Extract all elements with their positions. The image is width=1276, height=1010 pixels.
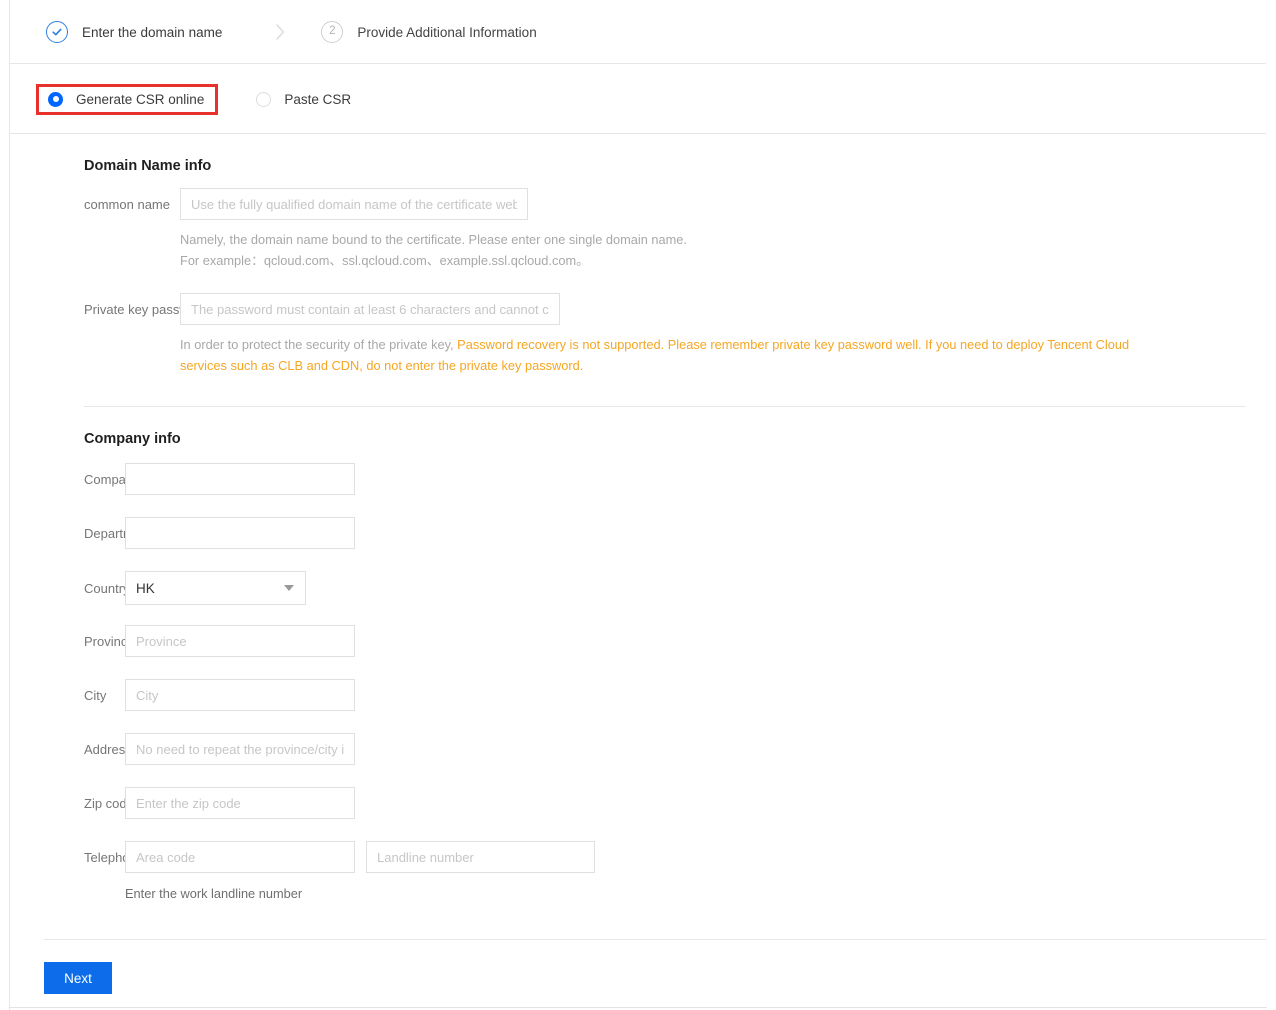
city-label: City	[84, 688, 107, 703]
footer-divider	[44, 939, 1266, 940]
zip-code-label: Zip code	[84, 796, 134, 811]
field-department: Department	[10, 517, 1266, 549]
telephone-input-gap	[355, 841, 366, 873]
telephone-area-code-input[interactable]	[125, 841, 355, 873]
step-2-circle: 2	[321, 21, 344, 43]
company-info-title: Company info	[84, 431, 181, 447]
page-bottom-border	[9, 1007, 1267, 1008]
field-country-region: Country/region HK	[10, 571, 1266, 605]
country-region-select[interactable]: HK	[125, 571, 306, 605]
radio-selected-icon	[48, 91, 63, 107]
field-province: Province	[10, 625, 1266, 657]
private-key-password-input[interactable]	[180, 293, 560, 325]
department-input[interactable]	[125, 517, 355, 549]
step-enter-domain-name[interactable]: Enter the domain name	[46, 21, 222, 43]
step-separator	[274, 22, 287, 42]
country-region-value: HK	[136, 580, 155, 596]
check-icon	[52, 28, 62, 36]
private-key-password-hint: In order to protect the security of the …	[180, 334, 1160, 376]
field-common-name: common name Namely, the domain name boun…	[10, 188, 1266, 271]
telephone-hint: Enter the work landline number	[125, 886, 303, 901]
private-key-password-label: Private key password (optional)	[84, 302, 266, 317]
telephone-landline-number-input[interactable]	[366, 841, 595, 873]
step-2-label: Provide Additional Information	[357, 24, 537, 40]
chevron-right-icon	[276, 24, 285, 40]
step-2-number: 2	[329, 25, 336, 38]
step-indicator-bar: Enter the domain name 2 Provide Addition…	[10, 0, 1266, 64]
private-key-hint-grey: In order to protect the security of the …	[180, 337, 454, 352]
telephone-inputs	[125, 841, 595, 873]
radio-unselected-icon	[256, 91, 272, 107]
common-name-hint: Namely, the domain name bound to the cer…	[180, 229, 687, 271]
radio-paste-csr-label: Paste CSR	[284, 91, 352, 107]
generate-csr-highlight-box: Generate CSR online	[36, 83, 219, 115]
step-provide-additional-information[interactable]: 2 Provide Additional Information	[321, 21, 537, 43]
company-name-input[interactable]	[125, 463, 355, 495]
common-name-label: common name	[84, 197, 170, 212]
common-name-hint-line1: Namely, the domain name bound to the cer…	[180, 232, 687, 247]
field-address: Address	[10, 733, 1266, 765]
company-name-label: Company name	[84, 472, 176, 487]
field-company-name: Company name	[10, 463, 1266, 495]
telephone-label: Telephone	[84, 850, 144, 865]
radio-generate-csr-online[interactable]: Generate CSR online	[48, 91, 205, 107]
province-input[interactable]	[125, 625, 355, 657]
common-name-input[interactable]	[180, 188, 528, 220]
field-telephone: Telephone Enter the work landline number	[10, 841, 1266, 904]
csr-mode-row: Generate CSR online Paste CSR	[10, 64, 1266, 134]
step-1-circle	[46, 21, 68, 43]
step-1-label: Enter the domain name	[82, 24, 223, 40]
field-city: City	[10, 679, 1266, 711]
domain-name-info-title: Domain Name info	[84, 158, 212, 174]
address-label: Address	[84, 742, 132, 757]
form-body: Domain Name info common name Namely, the…	[10, 134, 1266, 904]
country-region-label: Country/region	[10, 571, 169, 596]
address-input[interactable]	[125, 733, 355, 765]
section-divider	[84, 406, 1246, 407]
form-footer: Next	[10, 939, 1266, 1007]
field-private-key-password: Private key password (optional) In order…	[10, 293, 1266, 376]
department-label: Department	[84, 526, 152, 541]
city-input[interactable]	[125, 679, 355, 711]
certificate-application-page: Enter the domain name 2 Provide Addition…	[0, 0, 1276, 1010]
chevron-down-icon	[284, 585, 294, 591]
common-name-hint-line2: For example：qcloud.com、ssl.qcloud.com、ex…	[180, 253, 589, 268]
radio-generate-csr-online-label: Generate CSR online	[76, 91, 205, 107]
next-button[interactable]: Next	[44, 962, 112, 994]
field-zip-code: Zip code	[10, 787, 1266, 819]
zip-code-input[interactable]	[125, 787, 355, 819]
radio-paste-csr[interactable]: Paste CSR	[256, 91, 352, 107]
province-label: Province	[84, 634, 135, 649]
